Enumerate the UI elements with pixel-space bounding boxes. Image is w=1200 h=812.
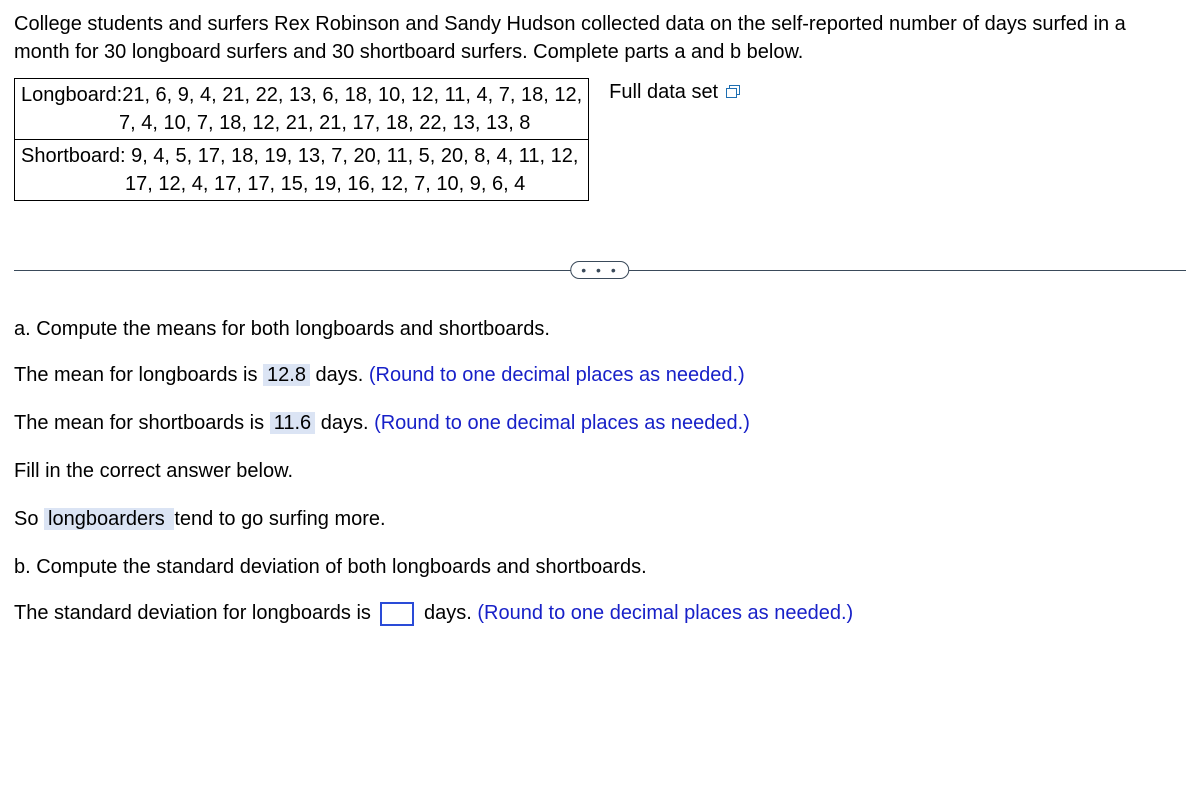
longboard-line2: 7, 4, 10, 7, 18, 12, 21, 21, 17, 18, 22,…	[21, 109, 582, 137]
text: days.	[418, 602, 477, 624]
text: days.	[310, 364, 369, 386]
text: The standard deviation for longboards is	[14, 602, 376, 624]
shortboard-mean-value[interactable]: 11.6	[270, 412, 315, 434]
round-note: (Round to one decimal places as needed.)	[477, 602, 853, 624]
round-note: (Round to one decimal places as needed.)	[369, 364, 745, 386]
shortboard-line2: 17, 12, 4, 17, 17, 15, 19, 16, 12, 7, 10…	[21, 170, 582, 198]
expand-pill[interactable]: • • •	[570, 261, 629, 279]
text: tend to go surfing more.	[174, 508, 385, 530]
section-divider: • • •	[14, 261, 1186, 279]
longboard-sd-input[interactable]	[380, 602, 414, 626]
longboard-cell: Longboard:21, 6, 9, 4, 21, 22, 13, 6, 18…	[15, 79, 589, 140]
part-b-prompt: b. Compute the standard deviation of bot…	[14, 553, 1186, 581]
longboard-sd-line: The standard deviation for longboards is…	[14, 599, 1186, 627]
text: The mean for longboards is	[14, 364, 263, 386]
shortboard-line1: Shortboard: 9, 4, 5, 17, 18, 19, 13, 7, …	[21, 145, 578, 167]
text: So	[14, 508, 44, 530]
text: days.	[315, 412, 374, 434]
full-data-label: Full data set	[609, 78, 718, 106]
full-data-set-link[interactable]: Full data set	[609, 78, 742, 106]
shortboard-cell: Shortboard: 9, 4, 5, 17, 18, 19, 13, 7, …	[15, 140, 589, 201]
part-a-prompt: a. Compute the means for both longboards…	[14, 315, 1186, 343]
popup-icon	[726, 85, 742, 99]
data-table: Longboard:21, 6, 9, 4, 21, 22, 13, 6, 18…	[14, 78, 589, 201]
round-note: (Round to one decimal places as needed.)	[374, 412, 750, 434]
problem-intro: College students and surfers Rex Robinso…	[14, 10, 1186, 66]
longboard-line1: Longboard:21, 6, 9, 4, 21, 22, 13, 6, 18…	[21, 84, 582, 106]
text: The mean for shortboards is	[14, 412, 270, 434]
shortboard-mean-line: The mean for shortboards is 11.6 days. (…	[14, 409, 1186, 437]
so-line: So longboarders tend to go surfing more.	[14, 505, 1186, 533]
so-dropdown[interactable]: longboarders	[44, 508, 174, 530]
longboard-mean-line: The mean for longboards is 12.8 days. (R…	[14, 361, 1186, 389]
fill-prompt: Fill in the correct answer below.	[14, 457, 1186, 485]
longboard-mean-value[interactable]: 12.8	[263, 364, 310, 386]
